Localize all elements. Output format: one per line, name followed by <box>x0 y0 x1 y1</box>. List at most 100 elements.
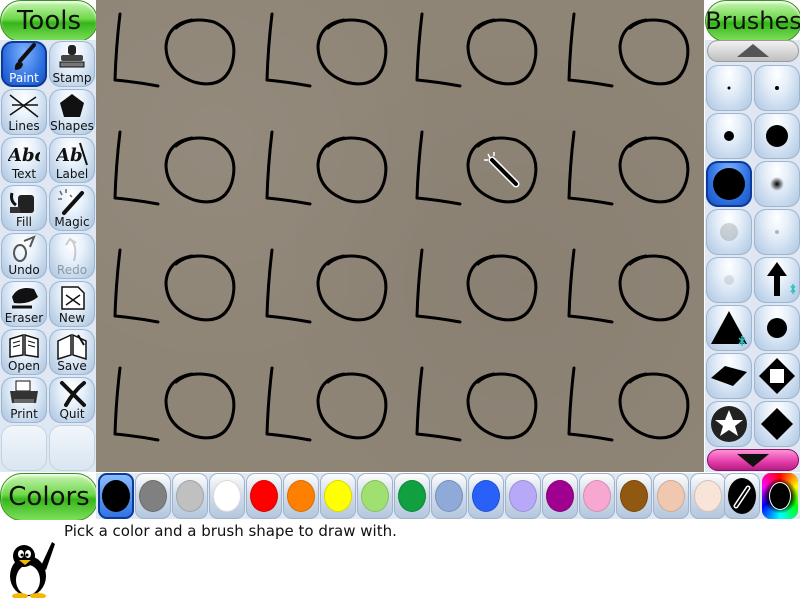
color-swatch-gray[interactable] <box>135 473 171 519</box>
brush-arrow-up[interactable] <box>754 257 800 303</box>
eyedropper-icon <box>728 478 756 514</box>
diamond-square-brush-icon <box>759 358 795 394</box>
color-swatch-dot <box>657 480 685 512</box>
redo-icon <box>65 237 77 262</box>
drawing-canvas[interactable] <box>96 0 704 472</box>
drawn-shape-group <box>265 130 388 206</box>
brush-tiny-dot-2[interactable] <box>754 65 800 111</box>
drawn-shape-group <box>113 248 236 324</box>
paint-tool-button[interactable]: Paint <box>1 41 47 87</box>
magic-wand-icon <box>58 189 84 215</box>
tool-label: Quit <box>59 407 85 421</box>
tiny-dot-brush-icon <box>727 86 731 90</box>
color-swatch-pink[interactable] <box>579 473 615 519</box>
brush-diamond-flat[interactable] <box>706 353 752 399</box>
drawn-shape-group <box>265 12 388 88</box>
color-swatch-red[interactable] <box>246 473 282 519</box>
print-tool-button[interactable]: Print <box>1 377 47 423</box>
color-swatch-blue[interactable] <box>468 473 504 519</box>
brush-faint-small-dot[interactable] <box>754 209 800 255</box>
color-swatch-yellow[interactable] <box>320 473 356 519</box>
new-tool-button[interactable]: New <box>49 281 95 327</box>
redo-tool-button[interactable]: Redo <box>49 233 95 279</box>
color-swatch-cream[interactable] <box>690 473 726 519</box>
color-swatch-silver[interactable] <box>172 473 208 519</box>
tool-label: Paint <box>9 71 39 85</box>
brush-tiny-dot[interactable] <box>706 65 752 111</box>
tool-label: Fill <box>15 215 33 229</box>
color-swatch-white[interactable] <box>209 473 245 519</box>
color-swatch-lavender[interactable] <box>505 473 541 519</box>
open-book-icon <box>9 333 39 358</box>
label-tool-button[interactable]: Ab Label <box>49 137 95 183</box>
save-book-icon <box>57 333 87 361</box>
brush-medium-dot[interactable] <box>754 113 800 159</box>
color-swatch-dot <box>435 480 463 512</box>
color-swatch-dot <box>509 480 537 512</box>
color-swatch-dot <box>250 480 278 512</box>
color-swatch-brown[interactable] <box>616 473 652 519</box>
drawn-shape-group <box>113 12 236 88</box>
color-swatch-dot <box>176 480 204 512</box>
lines-tool-button[interactable]: Lines <box>1 89 47 135</box>
brush-small-dot[interactable] <box>706 113 752 159</box>
tool-label: Eraser <box>4 311 44 325</box>
large-dot-brush-icon <box>713 168 745 200</box>
tux-penguin-icon <box>10 542 55 598</box>
eraser-icon <box>12 288 38 309</box>
brush-diamond-square[interactable] <box>754 353 800 399</box>
brush-large-dot[interactable] <box>706 161 752 207</box>
color-swatch-orange[interactable] <box>283 473 319 519</box>
drawn-shape-group <box>113 366 236 442</box>
brush-diamond[interactable] <box>754 401 800 447</box>
color-swatch-green[interactable] <box>394 473 430 519</box>
tool-label: Open <box>7 359 41 373</box>
lines-icon <box>9 94 39 118</box>
quit-tool-button[interactable]: Quit <box>49 377 95 423</box>
diamond-flat-brush-icon <box>711 366 747 386</box>
text-icon: Abc <box>8 145 40 166</box>
color-picker-button[interactable] <box>724 473 760 519</box>
triangle-brush-icon <box>711 311 747 346</box>
brush-faint-dot[interactable] <box>706 209 752 255</box>
undo-tool-button[interactable]: Undo <box>1 233 47 279</box>
magic-wand-cursor-icon <box>484 152 520 188</box>
tool-label: Lines <box>8 119 40 133</box>
stamp-tool-button[interactable]: Stamp <box>49 41 95 87</box>
color-swatch-dot <box>398 480 426 512</box>
tool-label: New <box>58 311 86 325</box>
brush-round-dot[interactable] <box>754 305 800 351</box>
save-tool-button[interactable]: Save <box>49 329 95 375</box>
color-swatch-purple[interactable] <box>542 473 578 519</box>
color-swatch-light-blue[interactable] <box>431 473 467 519</box>
brush-faint-dot-2[interactable] <box>706 257 752 303</box>
shapes-tool-button[interactable]: Shapes <box>49 89 95 135</box>
colors-title: Colors <box>0 473 98 521</box>
up-arrow-icon <box>737 44 769 57</box>
brush-triangle[interactable] <box>706 305 752 351</box>
brush-fuzzy-dot[interactable] <box>754 161 800 207</box>
fuzzy-dot-brush-icon <box>770 177 784 191</box>
color-swatch-black[interactable] <box>98 473 134 519</box>
drawn-shape-group <box>567 248 690 324</box>
quit-x-icon <box>60 381 86 407</box>
rainbow-color-picker-button[interactable] <box>762 473 798 519</box>
pentagon-icon <box>60 94 84 117</box>
undo-icon <box>13 235 36 262</box>
eraser-tool-button[interactable]: Eraser <box>1 281 47 327</box>
fill-tool-button[interactable]: Fill <box>1 185 47 231</box>
text-tool-button[interactable]: Abc Text <box>1 137 47 183</box>
empty-tool-slot <box>1 425 47 471</box>
round-dot-brush-icon <box>767 318 787 338</box>
down-arrow-icon <box>737 454 769 467</box>
open-tool-button[interactable]: Open <box>1 329 47 375</box>
tools-title: Tools <box>0 0 98 42</box>
color-swatch-light-green[interactable] <box>357 473 393 519</box>
brush-star[interactable] <box>706 401 752 447</box>
color-swatch-dot <box>361 480 389 512</box>
brushes-scroll-up-button[interactable] <box>707 40 799 62</box>
color-swatch-tan[interactable] <box>653 473 689 519</box>
color-swatch-dot <box>102 480 130 512</box>
magic-tool-button[interactable]: Magic <box>49 185 95 231</box>
brushes-scroll-down-button[interactable] <box>707 449 799 471</box>
